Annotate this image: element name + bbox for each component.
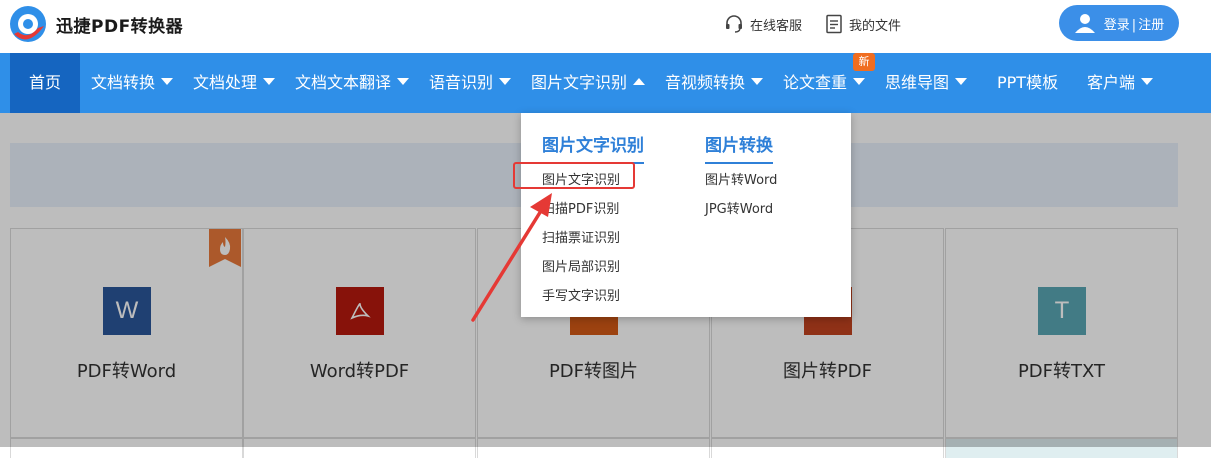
top-header: 迅捷PDF转换器 在线客服 我的文件 登录 | 注册: [0, 0, 1211, 53]
caret-down-icon: [853, 78, 866, 85]
new-badge: 新: [853, 53, 875, 71]
headset-icon: [726, 15, 742, 33]
caret-down-icon: [161, 78, 174, 85]
nav-speech-recognition-label: 语音识别: [429, 73, 494, 92]
app-logo-icon[interactable]: [8, 4, 48, 44]
highlight-box: [513, 162, 635, 189]
login-register-button[interactable]: 登录 | 注册: [1059, 5, 1179, 41]
nav-doc-process[interactable]: 文档处理: [193, 53, 276, 113]
nav-client-label: 客户端: [1087, 73, 1136, 92]
nav-speech-recognition[interactable]: 语音识别: [429, 53, 512, 113]
caret-down-icon: [955, 78, 968, 85]
nav-ppt-templates-label: PPT模板: [997, 73, 1059, 92]
dropdown-col2-title: 图片转换: [705, 131, 773, 164]
login-separator: |: [1131, 17, 1137, 33]
caret-down-icon: [263, 78, 276, 85]
brand-name[interactable]: 迅捷PDF转换器: [56, 12, 183, 37]
nav-doc-translate[interactable]: 文档文本翻译: [295, 53, 410, 113]
image-ocr-dropdown: 图片文字识别 图片转换 图片文字识别 扫描PDF识别 扫描票证识别 图片局部识别…: [521, 113, 851, 317]
nav-ppt-templates[interactable]: PPT模板: [997, 53, 1058, 113]
caret-up-icon: [633, 78, 646, 85]
my-files-label: 我的文件: [849, 18, 902, 34]
login-label[interactable]: 登录: [1104, 18, 1130, 33]
register-label[interactable]: 注册: [1138, 18, 1164, 33]
dropdown-item-receipt-ocr[interactable]: 扫描票证识别: [542, 227, 620, 246]
caret-down-icon: [751, 78, 764, 85]
caret-down-icon: [499, 78, 512, 85]
my-files-link[interactable]: 我的文件: [825, 14, 901, 34]
nav-doc-translate-label: 文档文本翻译: [295, 73, 392, 92]
dropdown-item-scan-pdf-ocr[interactable]: 扫描PDF识别: [542, 198, 619, 217]
online-support-link[interactable]: 在线客服: [724, 14, 802, 34]
caret-down-icon: [1141, 78, 1154, 85]
user-avatar-icon: [1074, 14, 1095, 33]
document-icon: [826, 14, 842, 34]
nav-doc-convert-label: 文档转换: [91, 73, 156, 92]
dropdown-item-partial-ocr[interactable]: 图片局部识别: [542, 256, 620, 275]
nav-image-ocr[interactable]: 图片文字识别: [531, 53, 646, 113]
dropdown-item-jpg-to-word[interactable]: JPG转Word: [705, 198, 773, 217]
caret-down-icon: [397, 78, 410, 85]
nav-client[interactable]: 客户端: [1087, 53, 1154, 113]
online-support-label: 在线客服: [750, 18, 803, 34]
nav-mind-map-label: 思维导图: [885, 73, 950, 92]
dropdown-item-image-to-word[interactable]: 图片转Word: [705, 169, 777, 188]
nav-av-convert[interactable]: 音视频转换: [665, 53, 764, 113]
main-nav: 首页 文档转换 文档处理 文档文本翻译 语音识别 图片文字识别 音视频转换 论文…: [0, 53, 1211, 113]
nav-plagiarism-check-label: 论文查重: [783, 73, 848, 92]
nav-mind-map[interactable]: 思维导图: [885, 53, 968, 113]
nav-doc-process-label: 文档处理: [193, 73, 258, 92]
nav-home-label: 首页: [28, 73, 61, 92]
nav-av-convert-label: 音视频转换: [665, 73, 746, 92]
nav-home[interactable]: 首页: [10, 53, 80, 113]
nav-doc-convert[interactable]: 文档转换: [91, 53, 174, 113]
nav-image-ocr-label: 图片文字识别: [531, 73, 628, 92]
dropdown-item-handwriting-ocr[interactable]: 手写文字识别: [542, 285, 620, 304]
dropdown-col1-title: 图片文字识别: [542, 131, 644, 164]
